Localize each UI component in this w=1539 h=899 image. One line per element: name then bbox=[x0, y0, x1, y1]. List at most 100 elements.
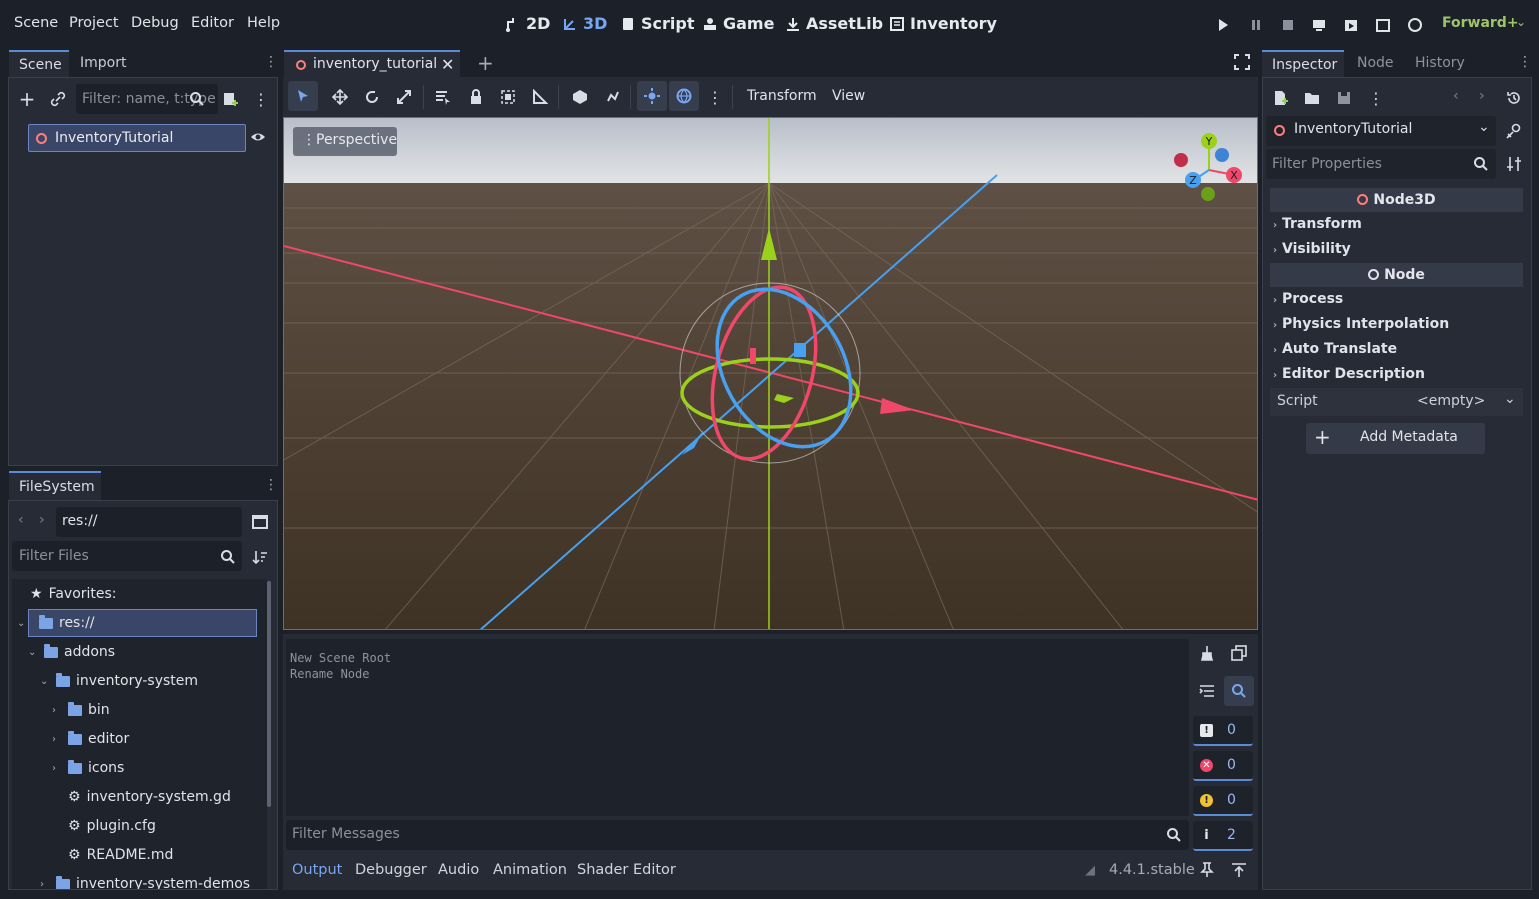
tab-shader-editor[interactable]: Shader Editor bbox=[577, 862, 676, 878]
forward-icon[interactable]: › bbox=[39, 512, 45, 528]
chevron-down-icon[interactable]: ⌄ bbox=[1516, 15, 1526, 29]
group-transform[interactable]: › Transform bbox=[1273, 216, 1362, 232]
file-tree-item[interactable]: ⚙ plugin.cfg bbox=[52, 812, 156, 840]
menu-help[interactable]: Help bbox=[247, 15, 280, 31]
menu-debug[interactable]: Debug bbox=[131, 15, 179, 31]
menu-editor[interactable]: Editor bbox=[191, 15, 234, 31]
play-custom-icon[interactable] bbox=[1375, 17, 1391, 37]
workspace-2d[interactable]: 2D bbox=[505, 14, 550, 33]
more-icon[interactable]: ⋮ bbox=[706, 88, 724, 107]
tab-inspector[interactable]: Inspector bbox=[1262, 50, 1344, 78]
tab-filesystem[interactable]: FileSystem bbox=[9, 471, 101, 501]
editor-msg-count-toggle[interactable]: i2 bbox=[1193, 821, 1253, 851]
add-metadata-button[interactable]: + Add Metadata bbox=[1306, 423, 1485, 454]
file-tree-item[interactable]: ⚙ inventory-system.gd bbox=[52, 783, 231, 811]
scene-menu-icon[interactable]: ⋮ bbox=[252, 90, 270, 109]
back-icon[interactable]: ‹ bbox=[18, 512, 24, 528]
scale-icon[interactable] bbox=[395, 88, 413, 106]
file-tree-item[interactable]: › editor bbox=[52, 725, 129, 753]
renderer-select[interactable]: Forward+ bbox=[1442, 15, 1519, 31]
visibility-eye-icon[interactable] bbox=[249, 128, 267, 146]
tab-history[interactable]: History bbox=[1415, 55, 1465, 71]
menu-project[interactable]: Project bbox=[69, 15, 119, 31]
filter-files-input[interactable]: Filter Files bbox=[12, 541, 242, 571]
file-tree-item[interactable]: › bin bbox=[52, 696, 110, 724]
file-tree-item[interactable]: ⚙ README.md bbox=[52, 841, 173, 869]
play-icon[interactable] bbox=[1215, 17, 1231, 37]
script-value[interactable]: <empty> bbox=[1417, 393, 1485, 409]
path-field[interactable]: res:// bbox=[56, 507, 242, 537]
error-count-toggle[interactable]: ✕ 0 bbox=[1193, 751, 1253, 781]
new-resource-icon[interactable] bbox=[1271, 89, 1289, 107]
fullscreen-icon[interactable] bbox=[1234, 54, 1250, 74]
property-tools-icon[interactable] bbox=[1505, 155, 1523, 173]
play-scene-icon[interactable] bbox=[1343, 17, 1359, 37]
message-count-toggle[interactable]: ! 0 bbox=[1193, 716, 1253, 746]
group-physics-interpolation[interactable]: › Physics Interpolation bbox=[1273, 316, 1449, 332]
add-tab-icon[interactable]: + bbox=[477, 51, 494, 75]
warning-count-toggle[interactable]: ! 0 bbox=[1193, 786, 1253, 816]
tab-audio[interactable]: Audio bbox=[438, 862, 479, 878]
search-toggle[interactable] bbox=[1224, 676, 1254, 706]
file-tree-item[interactable]: ⌄ addons bbox=[28, 638, 115, 666]
menu-scene[interactable]: Scene bbox=[14, 15, 58, 31]
output-log[interactable]: New Scene Root Rename Node bbox=[286, 639, 1189, 816]
collapse-icon[interactable] bbox=[1198, 682, 1216, 700]
tab-scene-file[interactable]: inventory_tutorial ✕ bbox=[284, 50, 460, 78]
sort-icon[interactable] bbox=[251, 548, 269, 566]
scrollbar[interactable] bbox=[267, 581, 271, 807]
clear-log-icon[interactable] bbox=[1198, 644, 1216, 662]
ruler-icon[interactable] bbox=[531, 88, 549, 106]
workspace-inventory[interactable]: Inventory bbox=[889, 14, 997, 33]
move-icon[interactable] bbox=[331, 88, 349, 106]
add-node-icon[interactable]: + bbox=[18, 87, 36, 111]
local-space-icon[interactable] bbox=[571, 88, 589, 106]
chevron-right-icon[interactable]: › bbox=[52, 763, 62, 774]
chevron-down-icon[interactable]: ⌄ bbox=[1504, 391, 1516, 407]
category-node3d[interactable]: Node3D bbox=[1270, 188, 1523, 212]
chevron-right-icon[interactable]: › bbox=[52, 705, 62, 716]
file-tree-item[interactable]: ⌄ res:// bbox=[17, 609, 257, 637]
chevron-down-icon[interactable]: ⌄ bbox=[28, 647, 38, 658]
view-menu[interactable]: View bbox=[832, 88, 865, 104]
group-editor-description[interactable]: › Editor Description bbox=[1273, 366, 1425, 382]
instance-scene-icon[interactable] bbox=[221, 90, 239, 108]
link-icon[interactable] bbox=[49, 90, 67, 108]
stop-icon[interactable] bbox=[1280, 17, 1296, 37]
expand-panel-icon[interactable] bbox=[1231, 862, 1247, 882]
snap-icon[interactable] bbox=[604, 88, 622, 106]
dock-menu-icon[interactable]: ⋮ bbox=[264, 54, 278, 70]
node-selector[interactable]: InventoryTutorial ⌄ bbox=[1266, 116, 1496, 146]
workspace-game[interactable]: Game bbox=[702, 14, 774, 33]
save-icon[interactable] bbox=[1335, 89, 1353, 107]
tree-item-root[interactable]: InventoryTutorial bbox=[28, 124, 246, 152]
tab-node[interactable]: Node bbox=[1357, 55, 1394, 71]
pin-icon[interactable] bbox=[1200, 862, 1214, 882]
object-props-icon[interactable] bbox=[1505, 122, 1523, 140]
tab-debugger[interactable]: Debugger bbox=[355, 862, 427, 878]
rotate-icon[interactable] bbox=[363, 88, 381, 106]
pause-icon[interactable] bbox=[1248, 17, 1264, 37]
chevron-down-icon[interactable]: ⌄ bbox=[17, 618, 27, 629]
close-icon[interactable]: ✕ bbox=[441, 55, 454, 74]
file-tree-item[interactable]: › inventory-system-demos bbox=[40, 870, 250, 890]
workspace-assetlib[interactable]: AssetLib bbox=[785, 14, 883, 33]
chevron-right-icon[interactable]: › bbox=[52, 734, 62, 745]
view-gizmo[interactable]: Y X Z bbox=[1169, 130, 1249, 210]
sun-toggle[interactable] bbox=[637, 81, 667, 111]
group-process[interactable]: › Process bbox=[1273, 291, 1343, 307]
file-tree-item[interactable]: › icons bbox=[52, 754, 124, 782]
select-mode-button[interactable] bbox=[288, 81, 318, 111]
transform-menu[interactable]: Transform bbox=[747, 88, 817, 104]
tab-import[interactable]: Import bbox=[80, 55, 126, 71]
split-view-icon[interactable] bbox=[251, 513, 269, 531]
dock-menu-icon[interactable]: ⋮ bbox=[1518, 54, 1532, 70]
favorites-row[interactable]: ★ Favorites: bbox=[30, 580, 117, 608]
movie-icon[interactable] bbox=[1407, 17, 1423, 37]
file-tree-item[interactable]: ⌄ inventory-system bbox=[40, 667, 198, 695]
filter-messages-input[interactable]: Filter Messages bbox=[286, 820, 1189, 850]
chevron-right-icon[interactable]: › bbox=[40, 879, 50, 890]
perspective-menu[interactable]: ⋮ Perspective bbox=[293, 127, 397, 156]
list-select-icon[interactable] bbox=[434, 88, 452, 106]
more-icon[interactable]: ⋮ bbox=[1367, 89, 1385, 108]
